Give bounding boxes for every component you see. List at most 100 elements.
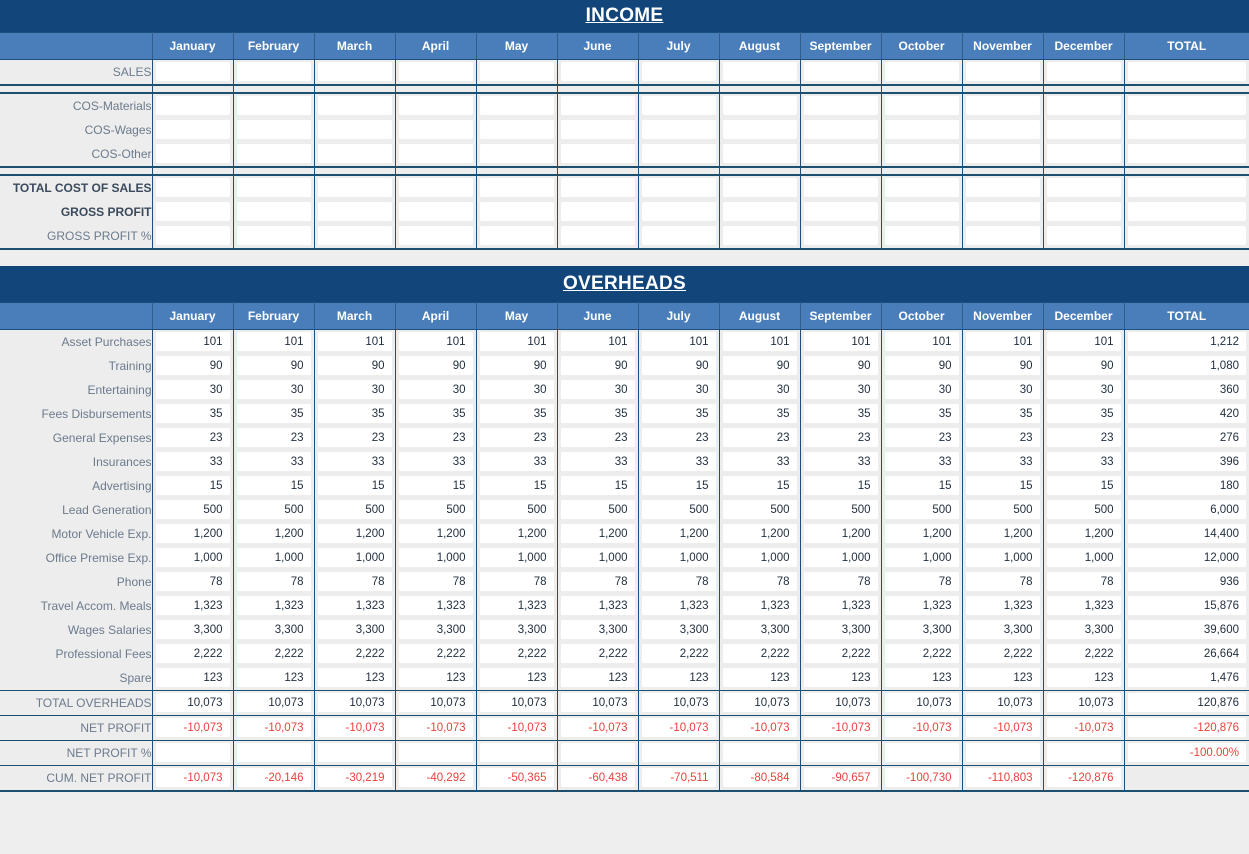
- row-label-gross-profit[interactable]: GROSS PROFIT: [0, 200, 153, 224]
- cell[interactable]: -120,876: [1124, 715, 1249, 741]
- cell[interactable]: 30: [233, 378, 315, 402]
- cell[interactable]: 30: [395, 378, 477, 402]
- column-header-april[interactable]: April: [395, 32, 477, 60]
- cell[interactable]: 10,073: [476, 690, 558, 716]
- cell[interactable]: [881, 93, 963, 118]
- cell[interactable]: 30: [557, 378, 639, 402]
- cell[interactable]: [152, 224, 234, 250]
- cell[interactable]: [395, 200, 477, 224]
- cell[interactable]: [800, 93, 882, 118]
- cell[interactable]: 30: [1043, 378, 1125, 402]
- column-header-total[interactable]: TOTAL: [1124, 32, 1249, 60]
- cell[interactable]: [152, 59, 234, 85]
- cell[interactable]: 2,222: [557, 642, 639, 666]
- cell[interactable]: [152, 175, 234, 200]
- cell[interactable]: [1043, 740, 1125, 766]
- cell[interactable]: [476, 93, 558, 118]
- cell[interactable]: 35: [800, 402, 882, 426]
- cell[interactable]: 1,000: [314, 546, 396, 570]
- cell[interactable]: 500: [719, 498, 801, 522]
- cell[interactable]: 1,000: [557, 546, 639, 570]
- cell[interactable]: 2,222: [719, 642, 801, 666]
- row-label-spare[interactable]: Spare: [0, 666, 153, 691]
- cell[interactable]: 123: [1043, 666, 1125, 691]
- cell[interactable]: 1,323: [557, 594, 639, 618]
- cell[interactable]: 1,000: [233, 546, 315, 570]
- cell[interactable]: [314, 740, 396, 766]
- cell[interactable]: [638, 175, 720, 200]
- cell[interactable]: 10,073: [800, 690, 882, 716]
- cell[interactable]: 30: [962, 378, 1044, 402]
- column-header-august[interactable]: August: [719, 32, 801, 60]
- cell[interactable]: 78: [152, 570, 234, 594]
- cell[interactable]: [476, 200, 558, 224]
- column-header-october[interactable]: October: [881, 302, 963, 330]
- cell[interactable]: -50,365: [476, 765, 558, 792]
- cell[interactable]: [314, 59, 396, 85]
- cell[interactable]: 3,300: [395, 618, 477, 642]
- row-label-entertaining[interactable]: Entertaining: [0, 378, 153, 402]
- cell[interactable]: 2,222: [1043, 642, 1125, 666]
- cell[interactable]: [1124, 142, 1249, 167]
- cell[interactable]: -40,292: [395, 765, 477, 792]
- cell[interactable]: 276: [1124, 426, 1249, 450]
- cell[interactable]: [638, 740, 720, 766]
- cell[interactable]: 101: [638, 329, 720, 354]
- cell[interactable]: [962, 118, 1044, 142]
- column-header-march[interactable]: March: [314, 302, 396, 330]
- cell[interactable]: 2,222: [638, 642, 720, 666]
- cell[interactable]: [719, 740, 801, 766]
- cell[interactable]: 1,323: [800, 594, 882, 618]
- cell[interactable]: [719, 200, 801, 224]
- cell[interactable]: 23: [719, 426, 801, 450]
- cell[interactable]: 15: [962, 474, 1044, 498]
- cell[interactable]: 500: [152, 498, 234, 522]
- cell[interactable]: 33: [719, 450, 801, 474]
- cell[interactable]: 26,664: [1124, 642, 1249, 666]
- cell[interactable]: 500: [476, 498, 558, 522]
- cell[interactable]: 1,200: [557, 522, 639, 546]
- cell[interactable]: [152, 142, 234, 167]
- cell[interactable]: 35: [962, 402, 1044, 426]
- cell[interactable]: 78: [1043, 570, 1125, 594]
- cell[interactable]: 1,212: [1124, 329, 1249, 354]
- cell[interactable]: 23: [395, 426, 477, 450]
- cell[interactable]: 3,300: [962, 618, 1044, 642]
- cell[interactable]: [800, 59, 882, 85]
- row-label-advertising[interactable]: Advertising: [0, 474, 153, 498]
- cell[interactable]: 23: [962, 426, 1044, 450]
- cell[interactable]: [638, 142, 720, 167]
- cell[interactable]: 1,323: [395, 594, 477, 618]
- row-label-phone[interactable]: Phone: [0, 570, 153, 594]
- cell[interactable]: [1124, 224, 1249, 250]
- cell[interactable]: [476, 118, 558, 142]
- cell[interactable]: 101: [1043, 329, 1125, 354]
- cell[interactable]: [800, 200, 882, 224]
- cell[interactable]: 33: [962, 450, 1044, 474]
- cell[interactable]: [719, 224, 801, 250]
- cell[interactable]: 15: [395, 474, 477, 498]
- cell[interactable]: [881, 118, 963, 142]
- cell[interactable]: 33: [152, 450, 234, 474]
- cell[interactable]: [314, 118, 396, 142]
- cell[interactable]: 90: [881, 354, 963, 378]
- cell[interactable]: 3,300: [800, 618, 882, 642]
- cell[interactable]: 33: [395, 450, 477, 474]
- cell[interactable]: 1,323: [314, 594, 396, 618]
- cell[interactable]: 3,300: [476, 618, 558, 642]
- row-label-general-expenses[interactable]: General Expenses: [0, 426, 153, 450]
- cell[interactable]: 30: [638, 378, 720, 402]
- cell[interactable]: 500: [395, 498, 477, 522]
- cell[interactable]: 123: [152, 666, 234, 691]
- cell[interactable]: [557, 142, 639, 167]
- cell[interactable]: [800, 224, 882, 250]
- cell[interactable]: [557, 175, 639, 200]
- cell[interactable]: [314, 142, 396, 167]
- cell[interactable]: 3,300: [638, 618, 720, 642]
- cell[interactable]: [557, 59, 639, 85]
- cell[interactable]: [233, 200, 315, 224]
- cell[interactable]: [1124, 765, 1249, 792]
- cell[interactable]: [557, 224, 639, 250]
- cell[interactable]: [314, 224, 396, 250]
- cell[interactable]: [233, 118, 315, 142]
